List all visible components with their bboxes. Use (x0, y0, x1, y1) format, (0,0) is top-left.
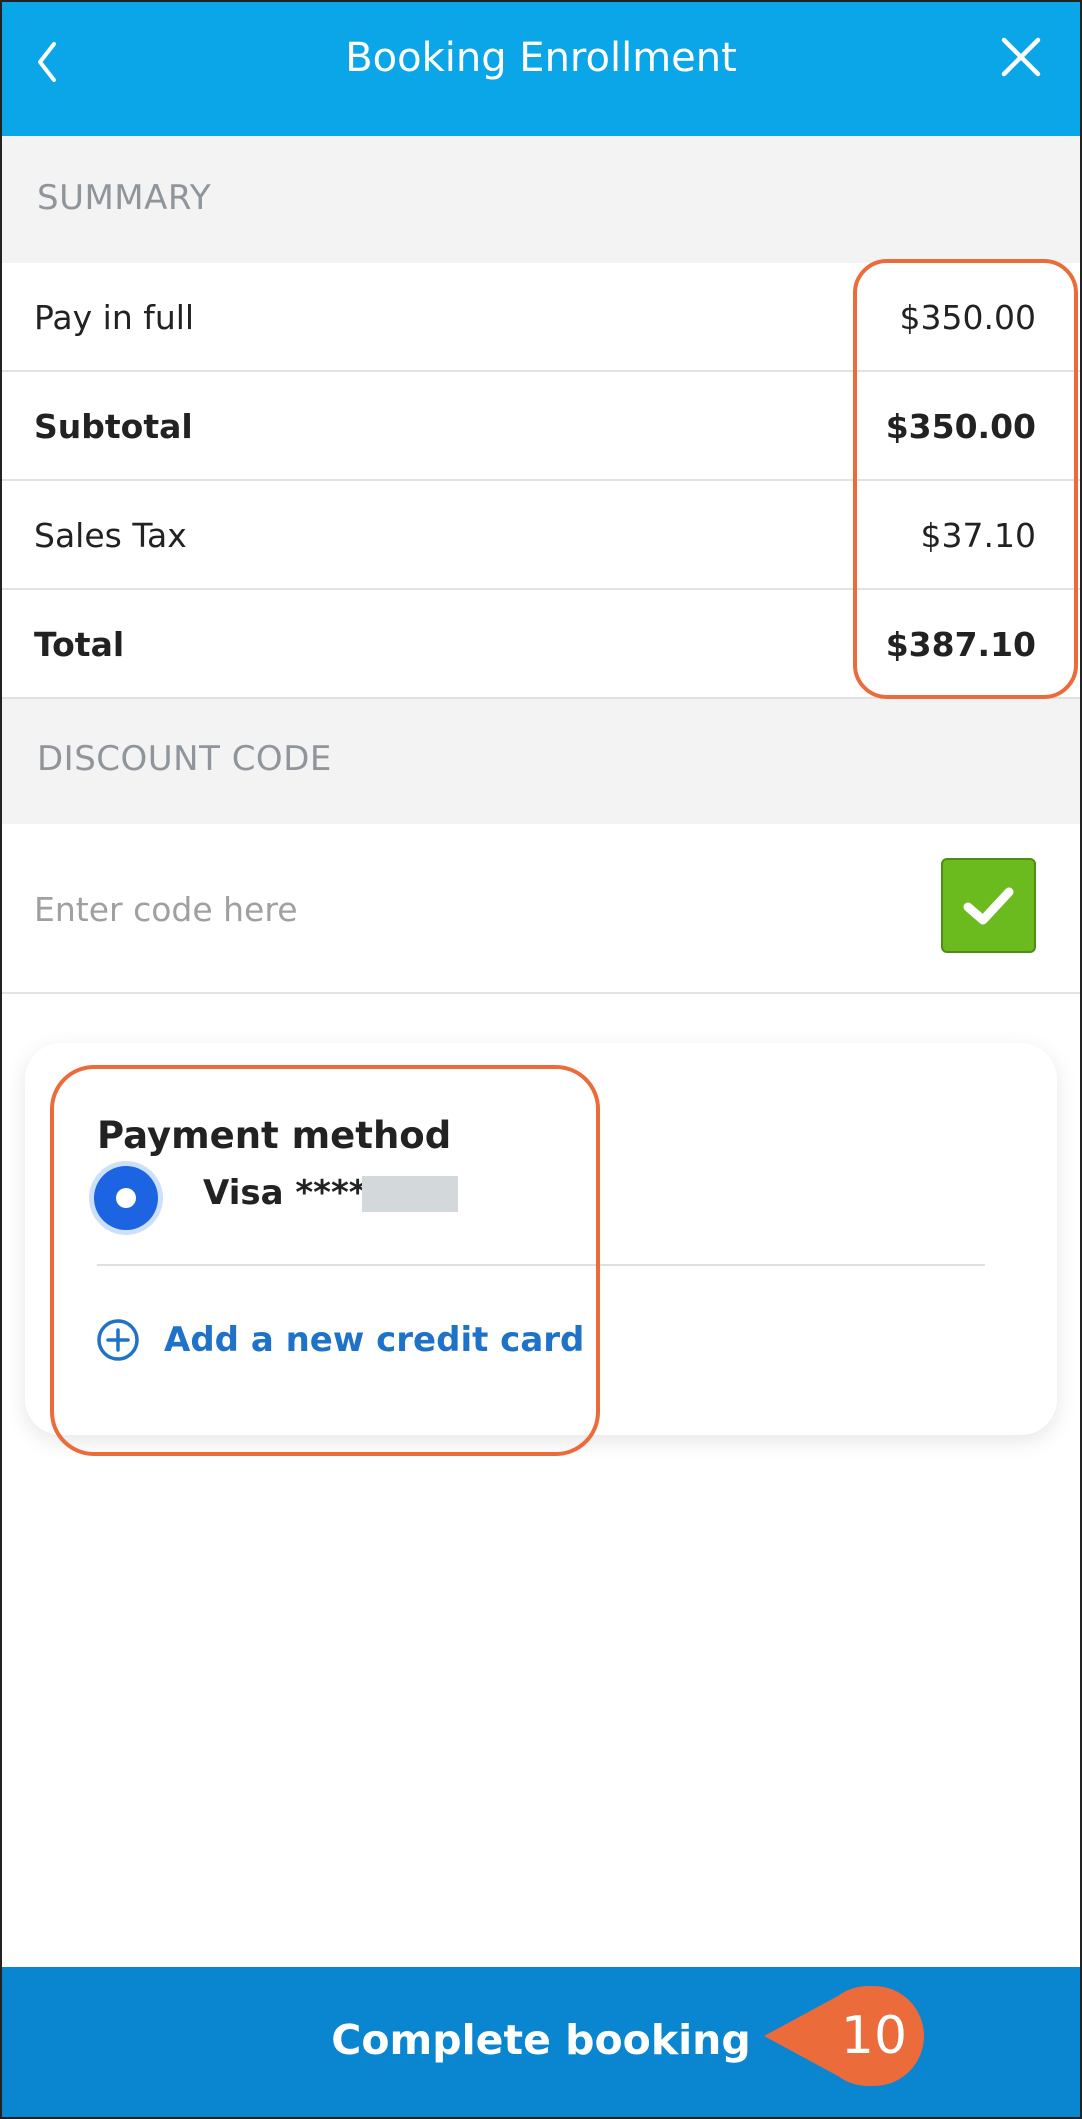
payment-card (25, 1043, 1057, 1435)
card-radio-selected[interactable] (94, 1166, 158, 1230)
annotation-step-badge: 10 (762, 1986, 924, 2086)
summary-row-pay-in-full: Pay in full $350.00 (0, 263, 1082, 372)
summary-row-value: $37.10 (920, 516, 1036, 555)
apply-discount-button[interactable] (941, 858, 1036, 953)
plus-circle-icon (97, 1319, 139, 1361)
payment-method-title: Payment method (97, 1114, 452, 1157)
close-icon (1001, 37, 1041, 77)
summary-row-label: Total (34, 625, 125, 664)
summary-row-label: Pay in full (34, 298, 195, 337)
summary-row-value: $350.00 (885, 407, 1036, 446)
summary-heading: SUMMARY (37, 178, 212, 218)
checkmark-icon (963, 887, 1014, 925)
redacted-card-digits (362, 1176, 458, 1212)
discount-section-header: DISCOUNT CODE (0, 699, 1082, 824)
add-credit-card-label: Add a new credit card (164, 1320, 585, 1360)
summary-row-sales-tax: Sales Tax $37.10 (0, 481, 1082, 590)
payment-divider (97, 1264, 985, 1266)
step-number: 10 (840, 2006, 908, 2066)
summary-row-label: Sales Tax (34, 516, 187, 555)
page-title: Booking Enrollment (345, 35, 737, 81)
discount-code-input[interactable] (34, 874, 894, 944)
discount-code-row (0, 824, 1082, 994)
summary-row-subtotal: Subtotal $350.00 (0, 372, 1082, 481)
summary-row-value: $387.10 (885, 625, 1036, 664)
discount-heading: DISCOUNT CODE (37, 739, 332, 779)
saved-card-label[interactable]: Visa **** (203, 1173, 367, 1213)
summary-section-header: SUMMARY (0, 136, 1082, 263)
add-credit-card-link[interactable]: Add a new credit card (96, 1318, 584, 1364)
app-header: Booking Enrollment (0, 0, 1082, 136)
summary-row-label: Subtotal (34, 407, 193, 446)
close-button[interactable] (990, 26, 1054, 90)
summary-row-value: $350.00 (899, 298, 1036, 337)
summary-row-total: Total $387.10 (0, 590, 1082, 699)
